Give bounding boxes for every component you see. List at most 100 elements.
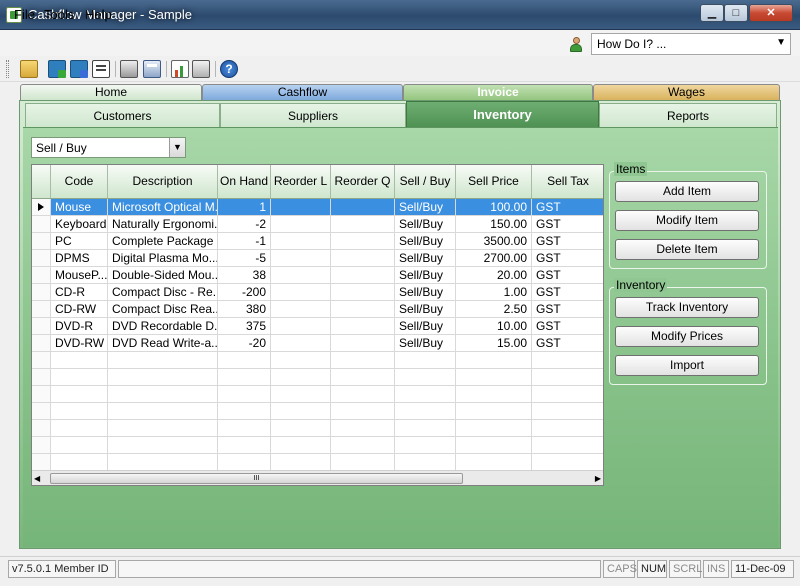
cell-description[interactable]: Digital Plasma Mo... xyxy=(108,250,218,267)
cell-sell-price[interactable] xyxy=(456,420,532,437)
cell-reorder-level[interactable] xyxy=(271,420,331,437)
cell-sell-price[interactable] xyxy=(456,352,532,369)
cell-code[interactable]: DPMS xyxy=(51,250,108,267)
row-header[interactable] xyxy=(32,267,51,284)
cell-on-hand[interactable]: 380 xyxy=(218,301,271,318)
row-header[interactable] xyxy=(32,335,51,352)
cell-description[interactable]: Compact Disc Rea... xyxy=(108,301,218,318)
cell-description[interactable] xyxy=(108,454,218,471)
how-do-i-combo[interactable]: How Do I? ... ▼ xyxy=(591,33,791,55)
filter-combo[interactable]: Sell / Buy ▼ xyxy=(31,137,186,158)
cell-code[interactable]: CD-R xyxy=(51,284,108,301)
table-row[interactable] xyxy=(32,420,603,437)
help-icon[interactable]: ? xyxy=(220,60,238,78)
cell-sell-tax[interactable]: GST xyxy=(532,199,603,216)
cell-code[interactable]: CD-RW xyxy=(51,301,108,318)
tab-cashflow[interactable]: Cashflow xyxy=(202,84,403,100)
cell-description[interactable]: Double-Sided Mou... xyxy=(108,267,218,284)
table-row[interactable]: CD-RW Compact Disc Rea... 380 Sell/Buy 2.50 G… xyxy=(32,301,603,318)
cell-sell-tax[interactable] xyxy=(532,386,603,403)
cell-code[interactable]: MouseP... xyxy=(51,267,108,284)
cell-description[interactable] xyxy=(108,403,218,420)
cell-code[interactable]: DVD-R xyxy=(51,318,108,335)
cell-on-hand[interactable]: -20 xyxy=(218,335,271,352)
table-row[interactable]: Keyboard Naturally Ergonomi... -2 Sell/Buy 1… xyxy=(32,216,603,233)
table-row[interactable]: Mouse Microsoft Optical M... 1 Sell/Buy 100.… xyxy=(32,199,603,216)
subtab-customers[interactable]: Customers xyxy=(25,103,220,127)
cell-reorder-level[interactable] xyxy=(271,335,331,352)
cell-reorder-qty[interactable] xyxy=(331,352,395,369)
cell-sell-buy[interactable]: Sell/Buy xyxy=(395,318,456,335)
cell-description[interactable]: Microsoft Optical M... xyxy=(108,199,218,216)
modify-prices-button[interactable]: Modify Prices xyxy=(615,326,759,347)
subtab-reports[interactable]: Reports xyxy=(599,103,777,127)
cell-reorder-qty[interactable] xyxy=(331,369,395,386)
cell-sell-tax[interactable]: GST xyxy=(532,318,603,335)
cell-description[interactable]: Complete Package xyxy=(108,233,218,250)
cell-reorder-qty[interactable] xyxy=(331,335,395,352)
column-header-on-hand[interactable]: On Hand xyxy=(218,165,271,199)
cell-on-hand[interactable]: -200 xyxy=(218,284,271,301)
cell-code[interactable]: Keyboard xyxy=(51,216,108,233)
maximize-button[interactable]: □ xyxy=(724,4,748,22)
table-row[interactable] xyxy=(32,369,603,386)
cell-code[interactable] xyxy=(51,420,108,437)
table-row[interactable]: DVD-R DVD Recordable D... 375 Sell/Buy 10.00… xyxy=(32,318,603,335)
column-header-sell-buy[interactable]: Sell / Buy xyxy=(395,165,456,199)
cell-sell-buy[interactable] xyxy=(395,386,456,403)
cell-on-hand[interactable] xyxy=(218,352,271,369)
row-header[interactable] xyxy=(32,250,51,267)
cell-reorder-level[interactable] xyxy=(271,233,331,250)
cell-sell-price[interactable]: 20.00 xyxy=(456,267,532,284)
cell-sell-tax[interactable] xyxy=(532,403,603,420)
cell-reorder-qty[interactable] xyxy=(331,267,395,284)
cell-reorder-level[interactable] xyxy=(271,454,331,471)
cell-sell-buy[interactable]: Sell/Buy xyxy=(395,199,456,216)
table-row[interactable] xyxy=(32,352,603,369)
table-row[interactable] xyxy=(32,386,603,403)
row-header[interactable] xyxy=(32,301,51,318)
tab-home[interactable]: Home xyxy=(20,84,202,100)
cell-on-hand[interactable] xyxy=(218,420,271,437)
cell-on-hand[interactable]: -1 xyxy=(218,233,271,250)
cell-on-hand[interactable]: -5 xyxy=(218,250,271,267)
close-button[interactable]: ✕ xyxy=(749,4,793,22)
table-row[interactable] xyxy=(32,437,603,454)
cell-sell-tax[interactable] xyxy=(532,420,603,437)
cell-reorder-qty[interactable] xyxy=(331,403,395,420)
cell-description[interactable]: DVD Read Write-a... xyxy=(108,335,218,352)
cell-sell-buy[interactable]: Sell/Buy xyxy=(395,216,456,233)
table-row[interactable]: DVD-RW DVD Read Write-a... -20 Sell/Buy 15.0… xyxy=(32,335,603,352)
scroll-right-icon[interactable]: ▶ xyxy=(595,474,601,483)
cell-sell-buy[interactable]: Sell/Buy xyxy=(395,250,456,267)
cell-sell-tax[interactable]: GST xyxy=(532,267,603,284)
cell-sell-buy[interactable] xyxy=(395,403,456,420)
cell-sell-tax[interactable]: GST xyxy=(532,284,603,301)
subtab-inventory[interactable]: Inventory xyxy=(406,101,599,127)
backup-icon[interactable] xyxy=(192,60,210,78)
chevron-down-icon[interactable]: ▼ xyxy=(169,138,185,157)
cell-reorder-level[interactable] xyxy=(271,437,331,454)
cell-reorder-qty[interactable] xyxy=(331,301,395,318)
cell-sell-tax[interactable] xyxy=(532,369,603,386)
cell-sell-buy[interactable] xyxy=(395,369,456,386)
add-item-button[interactable]: Add Item xyxy=(615,181,759,202)
menu-file[interactable]: File xyxy=(14,7,35,22)
column-header-code[interactable]: Code xyxy=(51,165,108,199)
row-header[interactable] xyxy=(32,437,51,454)
save-blue-icon[interactable] xyxy=(70,60,88,78)
cell-on-hand[interactable] xyxy=(218,403,271,420)
cell-reorder-level[interactable] xyxy=(271,352,331,369)
cell-on-hand[interactable] xyxy=(218,454,271,471)
cell-sell-price[interactable] xyxy=(456,403,532,420)
cell-reorder-level[interactable] xyxy=(271,267,331,284)
cell-description[interactable] xyxy=(108,352,218,369)
cell-reorder-qty[interactable] xyxy=(331,386,395,403)
cell-description[interactable]: DVD Recordable D... xyxy=(108,318,218,335)
cell-on-hand[interactable]: 375 xyxy=(218,318,271,335)
cell-sell-buy[interactable]: Sell/Buy xyxy=(395,301,456,318)
cell-sell-buy[interactable]: Sell/Buy xyxy=(395,267,456,284)
save-green-icon[interactable] xyxy=(48,60,66,78)
cell-sell-buy[interactable]: Sell/Buy xyxy=(395,284,456,301)
column-header-sell-price[interactable]: Sell Price xyxy=(456,165,532,199)
